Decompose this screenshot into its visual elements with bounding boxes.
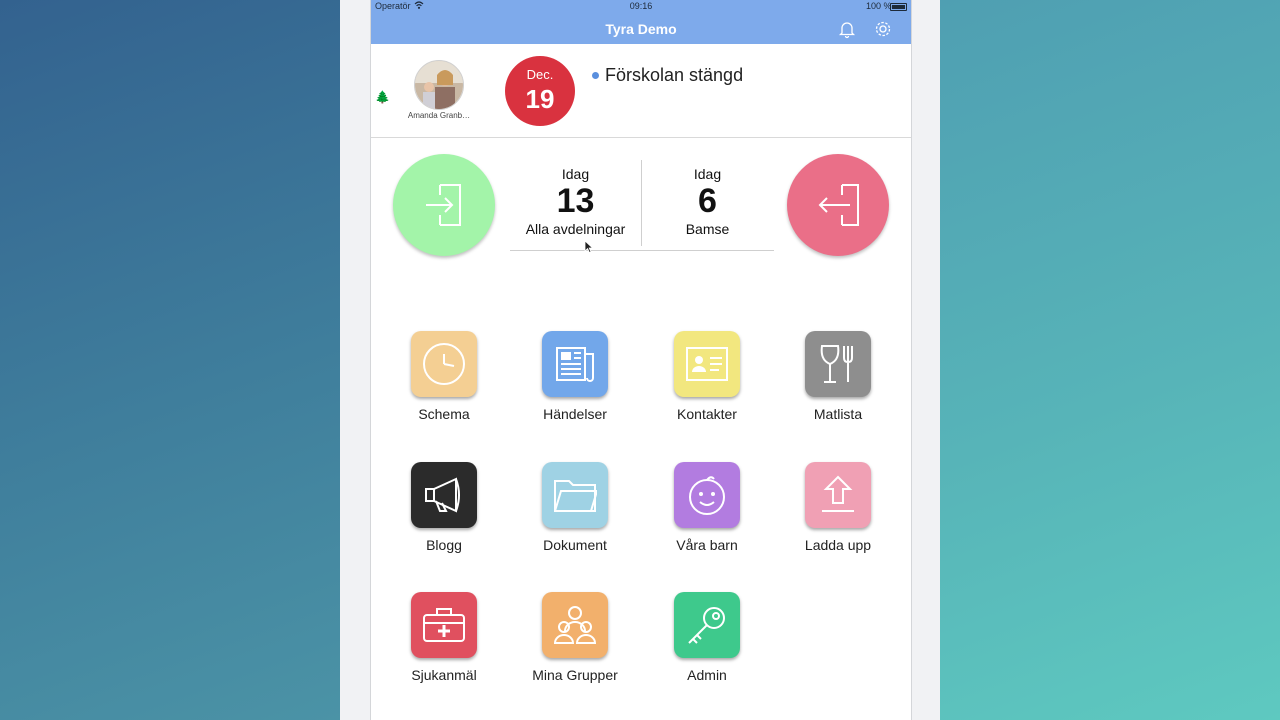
stat-label: Idag (693, 166, 722, 182)
tile-ladda-upp[interactable]: Ladda upp (778, 462, 898, 572)
tile-label: Våra barn (676, 537, 738, 553)
tile-dokument[interactable]: Dokument (515, 462, 635, 572)
tablet-frame: Operatör 09:16 100 % Tyra Demo 🌲 Amanda … (340, 0, 940, 720)
stat-count: 6 (698, 182, 717, 220)
date-badge: Dec. 19 (505, 56, 575, 126)
stat-count: 13 (556, 182, 595, 220)
newspaper-icon (542, 331, 608, 397)
battery-icon (890, 3, 907, 11)
date-month: Dec. (526, 67, 554, 82)
folder-icon (542, 462, 608, 528)
upload-icon (805, 462, 871, 528)
background-left (0, 0, 340, 720)
tile-label: Admin (687, 667, 727, 683)
stat-group: Bamse (685, 221, 730, 237)
app-screen: Operatör 09:16 100 % Tyra Demo 🌲 Amanda … (370, 0, 912, 720)
battery-percent: 100 % (866, 1, 892, 11)
gear-icon[interactable] (873, 19, 893, 39)
tile-label: Schema (418, 406, 470, 422)
stat-label: Idag (561, 166, 590, 182)
tile-label: Matlista (813, 406, 863, 422)
stat-bamse[interactable]: Idag 6 Bamse (642, 160, 773, 246)
tile-mina-grupper[interactable]: Mina Grupper (515, 592, 635, 702)
utensils-icon (805, 331, 871, 397)
tile-blogg[interactable]: Blogg (384, 462, 504, 572)
app-title: Tyra Demo (605, 21, 677, 37)
user-name: Amanda Granb… (407, 111, 471, 120)
sign-in-icon (426, 184, 461, 226)
group-icon (542, 592, 608, 658)
tile-kontakter[interactable]: Kontakter (647, 331, 767, 441)
sign-out-icon (818, 184, 859, 226)
bell-icon[interactable] (837, 19, 857, 39)
tile-schema[interactable]: Schema (384, 331, 504, 441)
mouse-cursor-icon (584, 240, 594, 254)
background-right (940, 0, 1280, 720)
check-in-button[interactable] (393, 154, 495, 256)
baby-face-icon (674, 462, 740, 528)
clock-time: 09:16 (629, 1, 653, 11)
status-dot (592, 72, 599, 79)
avatar[interactable] (414, 60, 464, 110)
tile-label: Händelser (543, 406, 607, 422)
nav-bar: Tyra Demo (371, 13, 911, 44)
stat-group: Alla avdelningar (525, 221, 626, 237)
tile-label: Mina Grupper (532, 667, 618, 683)
first-aid-kit-icon (411, 592, 477, 658)
tile-label: Dokument (543, 537, 607, 553)
tile-handelser[interactable]: Händelser (515, 331, 635, 441)
tile-sjukanmal[interactable]: Sjukanmäl (384, 592, 504, 702)
info-panel: 🌲 Amanda Granb… Dec. 19 Förskolan stängd (371, 44, 911, 138)
contact-card-icon (674, 331, 740, 397)
tree-icon: 🌲 (375, 90, 390, 104)
tile-label: Blogg (426, 537, 462, 553)
tile-matlista[interactable]: Matlista (778, 331, 898, 441)
tile-admin[interactable]: Admin (647, 592, 767, 702)
attendance-stats: Idag 13 Alla avdelningar Idag 6 Bamse (510, 160, 774, 251)
megaphone-icon (411, 462, 477, 528)
stat-all-departments[interactable]: Idag 13 Alla avdelningar (510, 160, 641, 246)
check-out-button[interactable] (787, 154, 889, 256)
date-day: 19 (525, 84, 555, 114)
status-bar: Operatör 09:16 100 % (371, 0, 911, 13)
key-icon (674, 592, 740, 658)
tile-label: Ladda upp (804, 537, 872, 553)
preschool-status: Förskolan stängd (605, 65, 744, 85)
tile-label: Kontakter (677, 406, 737, 422)
clock-icon (411, 331, 477, 397)
tile-label: Sjukanmäl (411, 667, 477, 683)
tile-vara-barn[interactable]: Våra barn (647, 462, 767, 572)
